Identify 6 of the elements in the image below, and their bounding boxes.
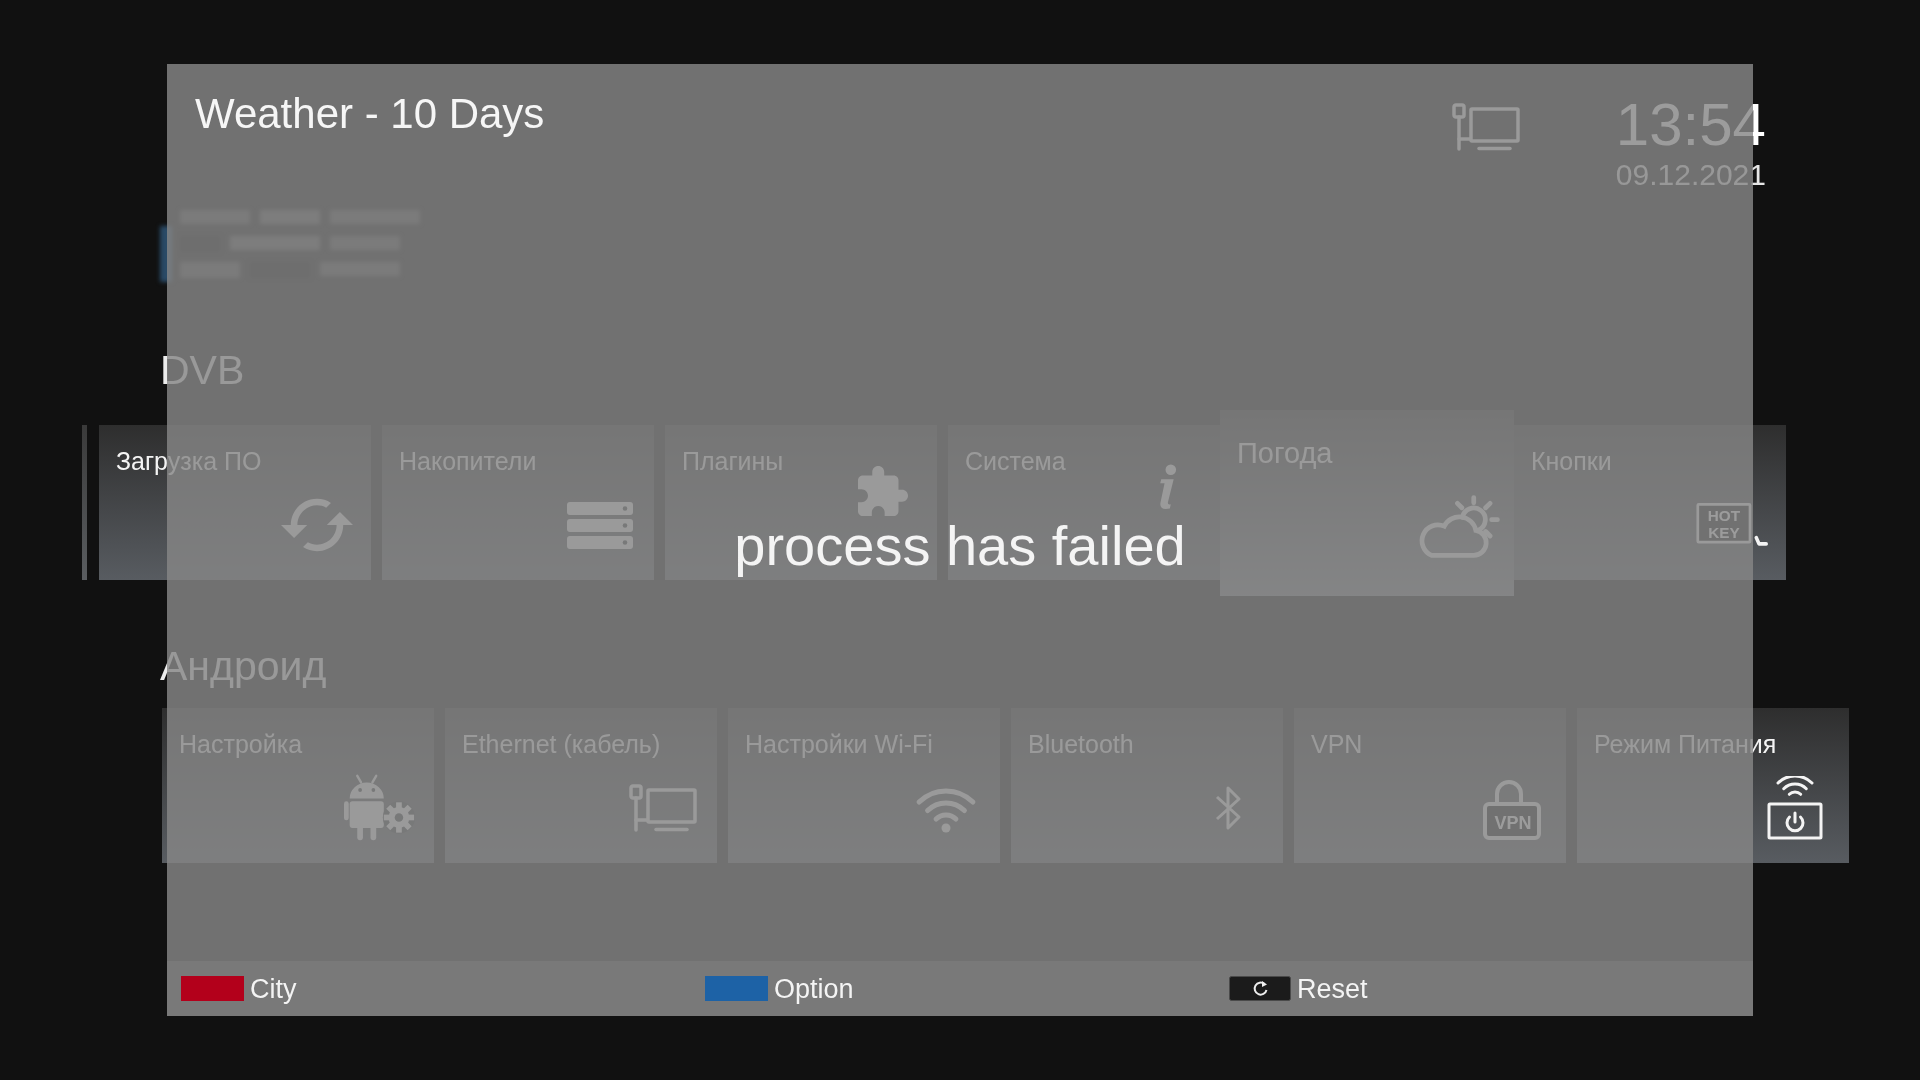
hint-label: City <box>250 972 297 1005</box>
dialog-title: Weather - 10 Days <box>195 91 545 137</box>
power-box-icon <box>1765 776 1825 840</box>
remote-key-icon <box>1229 976 1291 1001</box>
hint-label: Reset <box>1297 972 1368 1005</box>
hint-label: Option <box>774 972 854 1005</box>
